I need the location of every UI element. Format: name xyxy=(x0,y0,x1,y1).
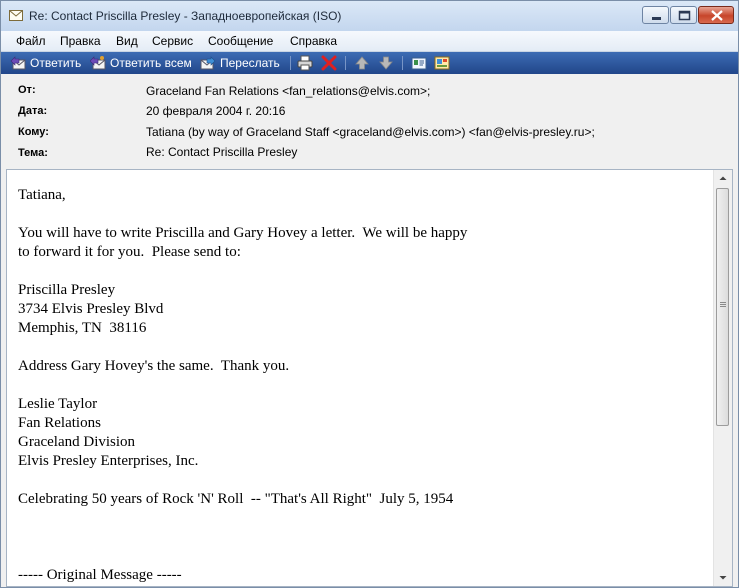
message-line xyxy=(18,338,708,357)
print-icon[interactable] xyxy=(297,55,313,71)
previous-icon[interactable] xyxy=(354,55,370,71)
vertical-scrollbar[interactable] xyxy=(713,170,732,586)
toolbar-separator xyxy=(402,56,403,70)
message-line xyxy=(18,547,708,566)
message-line: Celebrating 50 years of Rock 'N' Roll --… xyxy=(18,491,454,507)
toolbar-separator xyxy=(345,56,346,70)
message-line: Memphis, TN 38116 xyxy=(18,320,147,336)
delete-icon[interactable] xyxy=(321,55,337,71)
header-to-label: Кому: xyxy=(18,126,49,138)
reply-label: Ответить xyxy=(30,56,82,70)
menu-view[interactable]: Вид xyxy=(116,34,138,48)
scroll-down-icon[interactable] xyxy=(714,569,732,586)
message-line xyxy=(18,205,708,224)
address-book-icon[interactable] xyxy=(411,55,427,71)
header-subject-value: Re: Contact Priscilla Presley xyxy=(146,145,298,159)
message-line: ----- Original Message ----- xyxy=(18,567,182,583)
header-to-value[interactable]: Tatiana (by way of Graceland Staff <grac… xyxy=(146,125,595,139)
minimize-button[interactable] xyxy=(642,6,669,24)
forward-button[interactable]: Переслать xyxy=(200,54,282,72)
header-date-label: Дата: xyxy=(18,105,48,117)
scrollbar-grip-icon xyxy=(720,302,726,303)
message-line: Tatiana, xyxy=(18,187,66,203)
menu-help[interactable]: Справка xyxy=(290,34,337,48)
message-line xyxy=(18,471,708,490)
close-icon xyxy=(711,10,723,21)
reply-all-label: Ответить всем xyxy=(110,56,192,70)
message-line: Graceland Division xyxy=(18,434,136,450)
reply-icon xyxy=(10,56,26,70)
mail-window: Re: Contact Priscilla Presley - Западное… xyxy=(0,0,739,588)
scrollbar-thumb[interactable] xyxy=(716,188,729,426)
message-line xyxy=(18,528,708,547)
envelope-icon xyxy=(9,10,23,21)
message-line: You will have to write Priscilla and Gar… xyxy=(18,225,468,241)
message-headers: От: Graceland Fan Relations <fan_relatio… xyxy=(1,74,738,169)
menu-tools[interactable]: Сервис xyxy=(152,34,193,48)
menu-edit[interactable]: Правка xyxy=(60,34,101,48)
title-bar[interactable]: Re: Contact Priscilla Presley - Западное… xyxy=(1,1,738,31)
contacts-icon[interactable] xyxy=(434,55,450,71)
message-line xyxy=(18,262,708,281)
minimize-icon xyxy=(652,17,661,20)
menu-file[interactable]: Файл xyxy=(16,34,46,48)
next-icon[interactable] xyxy=(378,55,394,71)
toolbar-separator xyxy=(290,56,291,70)
scroll-up-icon[interactable] xyxy=(714,170,732,187)
message-line: Leslie Taylor xyxy=(18,396,98,412)
forward-label: Переслать xyxy=(220,56,280,70)
header-from-value[interactable]: Graceland Fan Relations <fan_relations@e… xyxy=(146,84,430,98)
close-button[interactable] xyxy=(698,6,734,24)
message-line: Elvis Presley Enterprises, Inc. xyxy=(18,453,199,469)
menu-bar: Файл Правка Вид Сервис Сообщение Справка xyxy=(1,31,738,52)
forward-icon xyxy=(200,56,216,70)
maximize-icon xyxy=(678,10,691,21)
menu-message[interactable]: Сообщение xyxy=(208,34,273,48)
window-title: Re: Contact Priscilla Presley - Западное… xyxy=(29,9,342,23)
reply-all-button[interactable]: Ответить всем xyxy=(90,54,192,72)
message-body[interactable]: Tatiana, You will have to write Priscilla… xyxy=(6,169,733,587)
message-line: 3734 Elvis Presley Blvd xyxy=(18,301,164,317)
message-line: Priscilla Presley xyxy=(18,282,116,298)
message-line: Fan Relations xyxy=(18,415,101,431)
message-line xyxy=(18,509,708,528)
message-line: to forward it for you. Please send to: xyxy=(18,244,241,260)
reply-button[interactable]: Ответить xyxy=(10,54,82,72)
reply-all-icon xyxy=(90,56,106,70)
toolbar: Ответить Ответить всем Переслать xyxy=(1,52,738,74)
header-date-value: 20 февраля 2004 г. 20:16 xyxy=(146,104,286,118)
maximize-button[interactable] xyxy=(670,6,697,24)
header-subject-label: Тема: xyxy=(18,147,48,159)
message-line xyxy=(18,376,708,395)
message-line: Address Gary Hovey's the same. Thank you… xyxy=(18,358,290,374)
message-text: Tatiana, You will have to write Priscilla… xyxy=(18,186,708,585)
header-from-label: От: xyxy=(18,84,36,96)
